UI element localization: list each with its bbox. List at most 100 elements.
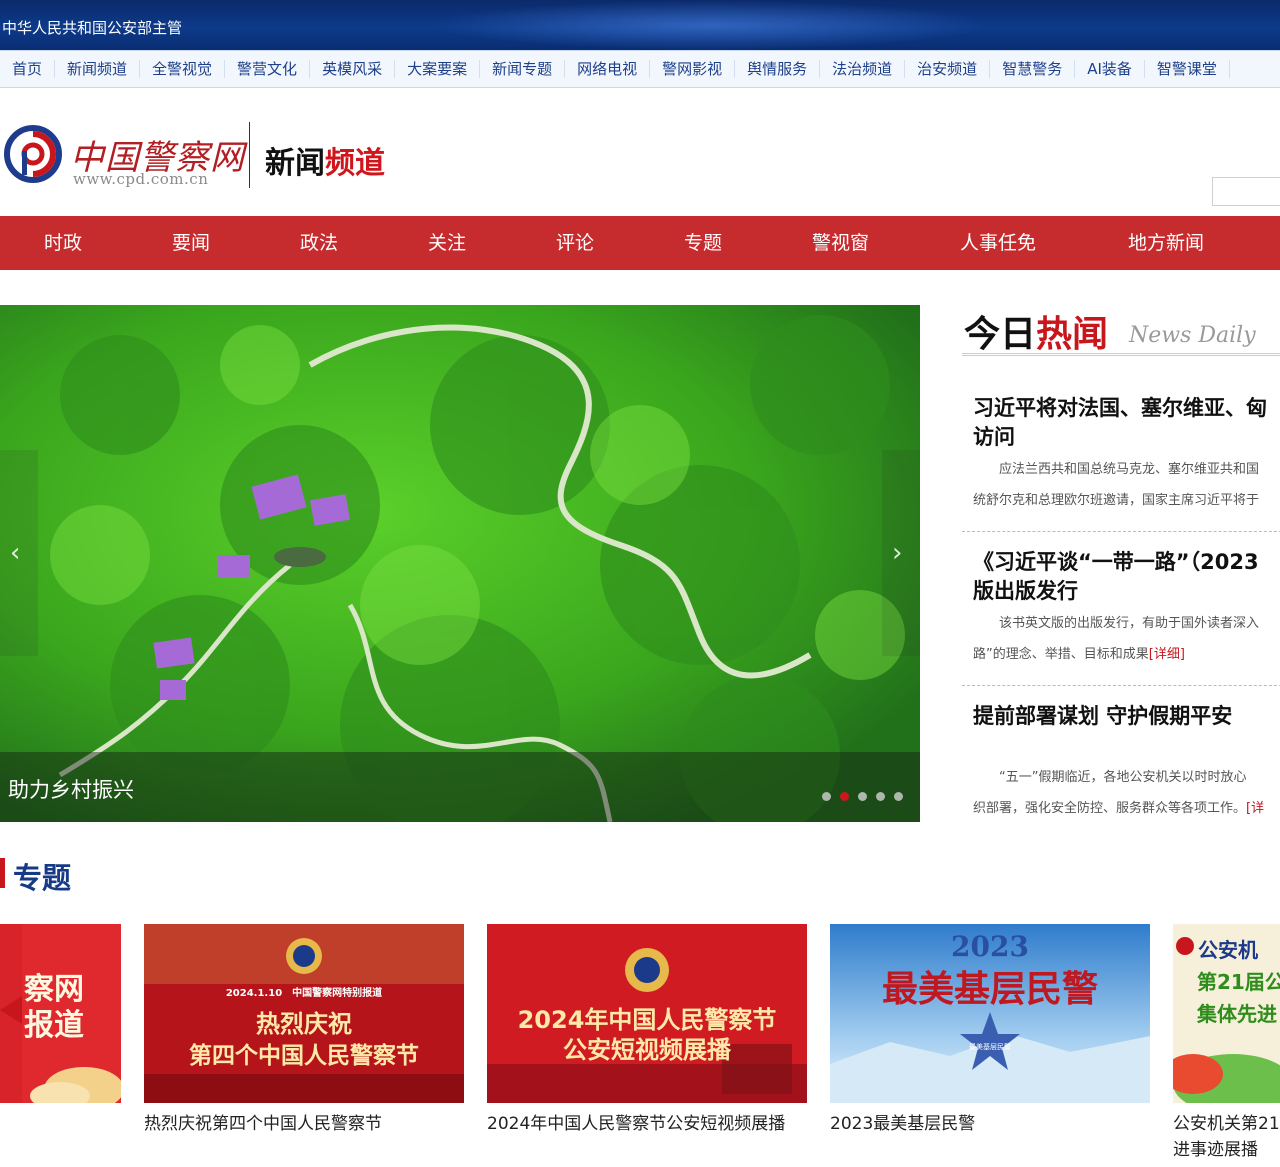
subnav-class[interactable]: 智警课堂 [1145, 60, 1230, 78]
topic-caption[interactable]: 公安机关第21 进事迹展播 [1173, 1111, 1280, 1163]
hero-carousel[interactable]: ‹ › 助力乡村振兴 [0, 305, 920, 822]
carousel-dot[interactable] [876, 792, 885, 801]
news-headline-line: 访问 [973, 425, 1015, 449]
topic-art-line: 公安短视频展播 [563, 1036, 731, 1064]
carousel-dot[interactable] [822, 792, 831, 801]
news-headline-line: 《习近平谈“一带一路”（2023 [973, 550, 1259, 574]
topic-art-year: 2023 [951, 930, 1029, 963]
hot-news-subtitle: News Daily [1129, 323, 1256, 348]
carousel-caption[interactable]: 助力乡村振兴 [8, 774, 134, 804]
supervisor-text: 中华人民共和国公安部主管 [2, 19, 183, 37]
topic-art-line: 集体先进 [1197, 1002, 1277, 1026]
news-headline[interactable]: 提前部署谋划 守护假期平安 [973, 702, 1232, 731]
news-summary: 应法兰西共和国总统马克龙、塞尔维亚共和国 统舒尔克和总理欧尔班邀请，国家主席习近… [973, 454, 1259, 516]
news-summary-text: 路”的理念、举措、目标和成果 [973, 647, 1149, 662]
nav-police-window[interactable]: 警视窗 [812, 216, 869, 270]
subnav-ai[interactable]: AI装备 [1075, 60, 1145, 78]
topic-art-line: 第四个中国人民警察节 [189, 1043, 419, 1069]
nav-focus[interactable]: 关注 [428, 216, 466, 270]
nav-appointments[interactable]: 人事任免 [960, 216, 1036, 270]
nav-headlines[interactable]: 要闻 [172, 216, 210, 270]
news-summary-line: 路”的理念、举措、目标和成果[详细] [973, 639, 1259, 670]
news-summary-line: 统舒尔克和总理欧尔班邀请，国家主席习近平将于 [973, 493, 1260, 508]
carousel-dots [822, 792, 903, 801]
carousel-caption-bar: 助力乡村振兴 [0, 752, 920, 822]
chevron-left-icon: ‹ [10, 538, 21, 568]
topic-art-badge: 最美基层民警 [969, 1043, 1011, 1051]
subnav-culture[interactable]: 警营文化 [225, 60, 311, 78]
topic-art-line: 公安机 [1198, 938, 1258, 962]
nav-local-news[interactable]: 地方新闻 [1128, 216, 1204, 270]
banner-glow [430, 0, 990, 50]
read-more-link[interactable]: [详细] [1149, 647, 1185, 662]
topic-caption[interactable]: 2024年中国人民警察节公安短视频展播 [487, 1111, 785, 1137]
topic-image[interactable]: 2024.1.10 中国警察网特别报道 热烈庆祝 第四个中国人民警察节 [144, 924, 464, 1103]
subnav-heroes[interactable]: 英模风采 [310, 60, 396, 78]
news-headline-line: 习近平将对法国、塞尔维亚、匈 [973, 396, 1267, 420]
top-banner: 中华人民共和国公安部主管 [0, 0, 1280, 50]
news-summary-line: 该书英文版的出版发行，有助于国外读者深入 [973, 616, 1260, 631]
news-headline[interactable]: 习近平将对法国、塞尔维亚、匈 访问 [973, 394, 1267, 452]
nav-topics[interactable]: 专题 [684, 216, 722, 270]
news-summary: 该书英文版的出版发行，有助于国外读者深入 路”的理念、举措、目标和成果[详细] [973, 608, 1259, 670]
search-input[interactable] [1212, 177, 1280, 206]
subnav-law[interactable]: 法治频道 [820, 60, 906, 78]
carousel-next-button[interactable]: › [882, 450, 920, 656]
carousel-dot-active[interactable] [840, 792, 849, 801]
subnav-vision[interactable]: 全警视觉 [140, 60, 226, 78]
topics-heading-label[interactable]: 专题 [13, 855, 71, 897]
channel-title: 新闻频道 [265, 138, 385, 182]
read-more-link[interactable]: [详 [1246, 801, 1264, 816]
brand-divider [249, 122, 250, 188]
topic-card-partial[interactable]: 察网 报道 [0, 924, 121, 1103]
news-divider [962, 685, 1280, 686]
news-summary-line: 应法兰西共和国总统马克龙、塞尔维亚共和国 [973, 462, 1260, 477]
channel-title-main: 新闻 [265, 146, 325, 181]
nav-comment[interactable]: 评论 [556, 216, 594, 270]
topic-caption-line: 公安机关第21 [1173, 1114, 1280, 1134]
news-divider [962, 531, 1280, 532]
site-logo-icon[interactable] [4, 125, 62, 183]
subnav-topics[interactable]: 新闻专题 [480, 60, 566, 78]
subnav-cases[interactable]: 大案要案 [395, 60, 481, 78]
topic-partial-art-line: 察网 [24, 972, 84, 1007]
hot-news-rule [962, 353, 1280, 356]
news-headline[interactable]: 《习近平谈“一带一路”（2023 版出版发行 [973, 548, 1259, 606]
topic-image[interactable]: 2024年中国人民警察节 公安短视频展播 [487, 924, 807, 1103]
subnav-news[interactable]: 新闻频道 [55, 60, 141, 78]
nav-law[interactable]: 政法 [300, 216, 338, 270]
news-summary-text: 织部署，强化安全防控、服务群众等各项工作。 [973, 801, 1247, 816]
subnav-home[interactable]: 首页 [0, 60, 56, 78]
topics-prev-arrow-icon[interactable] [0, 996, 22, 1024]
topic-art-date: 2024.1.10 中国警察网特别报道 [225, 988, 383, 999]
carousel-image[interactable] [0, 305, 920, 822]
news-item: 提前部署谋划 守护假期平安 “五一”假期临近，各地公安机关以时时放心 织部署，强… [962, 702, 1280, 822]
hot-title-black: 今日 [964, 313, 1037, 355]
channel-title-accent: 频道 [325, 146, 385, 181]
carousel-dot[interactable] [858, 792, 867, 801]
hot-news-title: 今日热闻 [964, 305, 1108, 357]
subnav-opinion[interactable]: 舆情服务 [735, 60, 821, 78]
news-summary-line: “五一”假期临近，各地公安机关以时时放心 [973, 770, 1247, 785]
subnav-smart[interactable]: 智慧警务 [990, 60, 1076, 78]
topic-partial-art: 察网 报道 [24, 972, 84, 1044]
news-item: 《习近平谈“一带一路”（2023 版出版发行 该书英文版的出版发行，有助于国外读… [962, 548, 1280, 688]
subnav-films[interactable]: 警网影视 [650, 60, 736, 78]
topic-caption-line: 进事迹展播 [1173, 1140, 1258, 1160]
topic-image[interactable]: 公安机 第21届公 集体先进 [1173, 924, 1280, 1103]
hot-title-red: 热闻 [1036, 313, 1109, 355]
subnav-security[interactable]: 治安频道 [905, 60, 991, 78]
carousel-prev-button[interactable]: ‹ [0, 450, 38, 656]
topic-art-line: 第21届公 [1197, 970, 1280, 994]
nav-politics[interactable]: 时政 [44, 216, 82, 270]
logo-url: www.cpd.com.cn [73, 170, 209, 188]
topic-caption[interactable]: 热烈庆祝第四个中国人民警察节 [144, 1111, 382, 1137]
subnav-tv[interactable]: 网络电视 [565, 60, 651, 78]
topic-image[interactable]: 2023 最美基层民警 最美基层民警 [830, 924, 1150, 1103]
topic-card[interactable]: 公安机 第21届公 集体先进 公安机关第21 进事迹展播 [1173, 924, 1280, 1167]
carousel-dot[interactable] [894, 792, 903, 801]
topics-heading-bar [0, 858, 5, 888]
topic-caption[interactable]: 2023最美基层民警 [830, 1111, 975, 1137]
chevron-right-icon: › [892, 538, 903, 568]
hot-news-panel: 今日热闻 News Daily 习近平将对法国、塞尔维亚、匈 访问 应法兰西共和… [962, 305, 1280, 822]
